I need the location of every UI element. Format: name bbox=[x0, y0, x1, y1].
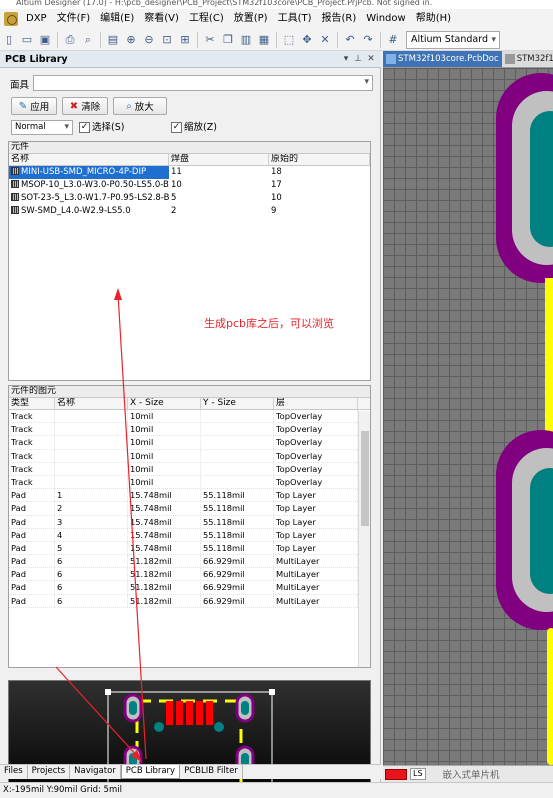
menu-edit[interactable]: 编辑(E) bbox=[95, 9, 139, 29]
copy-icon[interactable]: ❐ bbox=[220, 32, 236, 48]
print-icon[interactable]: ⎙ bbox=[62, 32, 78, 48]
zoom-selection-icon[interactable]: ⊞ bbox=[177, 32, 193, 48]
rubber-stamp-icon[interactable]: ▦ bbox=[256, 32, 272, 48]
layer-tabs: LS 嵌入式单片机 bbox=[383, 765, 553, 782]
tab-pcbdoc[interactable]: STM32f103core.PcbDoc bbox=[383, 51, 502, 67]
tab-second-doc[interactable]: STM32f1 bbox=[502, 51, 553, 67]
menu-file[interactable]: 文件(F) bbox=[52, 9, 96, 29]
new-document-icon[interactable]: ▯ bbox=[1, 32, 17, 48]
select-area-icon[interactable]: ⬚ bbox=[281, 32, 297, 48]
pcb-editor: STM32f103core.PcbDoc STM32f1 LS 嵌入式单片机 bbox=[383, 51, 553, 782]
menu-dxp[interactable]: DXP bbox=[21, 9, 52, 29]
status-bar: X:-195mil Y:90mil Grid: 5mil bbox=[0, 782, 553, 798]
open-folder-icon[interactable]: ▭ bbox=[19, 32, 35, 48]
current-layer-swatch[interactable] bbox=[385, 768, 407, 780]
menu-bar: DXP 文件(F) 编辑(E) 察看(V) 工程(C) 放置(P) 工具(T) … bbox=[0, 9, 553, 29]
layer-set-label[interactable]: LS bbox=[410, 768, 426, 780]
toolbar-divider bbox=[197, 31, 198, 48]
print-preview-icon[interactable]: ⌕ bbox=[80, 32, 96, 48]
document-tabs: STM32f103core.PcbDoc STM32f1 bbox=[383, 51, 553, 68]
altium-logo-icon[interactable] bbox=[4, 12, 18, 26]
menu-tools[interactable]: 工具(T) bbox=[273, 9, 317, 29]
zoom-out-icon[interactable]: ⊖ bbox=[141, 32, 157, 48]
paste-icon[interactable]: ▥ bbox=[238, 32, 254, 48]
zoom-fit-icon[interactable]: ⊡ bbox=[159, 32, 175, 48]
deselect-icon[interactable]: ✕ bbox=[317, 32, 333, 48]
panel-tabs: Files Projects Navigator PCB Library PCB… bbox=[0, 764, 381, 779]
tab-navigator[interactable]: Navigator bbox=[70, 765, 121, 779]
menu-help[interactable]: 帮助(H) bbox=[411, 9, 456, 29]
menu-place[interactable]: 放置(P) bbox=[229, 9, 273, 29]
canvas-footprint-zoomed bbox=[496, 73, 553, 765]
app-window: Altium Designer (17.0) - H:\pcb_designer… bbox=[0, 0, 553, 798]
pad-hole bbox=[530, 111, 553, 247]
toolbar-divider bbox=[380, 31, 381, 48]
tab-pcb-library[interactable]: PCB Library bbox=[120, 765, 181, 779]
pad-hole bbox=[530, 468, 553, 594]
tab-files[interactable]: Files bbox=[0, 765, 28, 779]
toolbar-divider bbox=[57, 31, 58, 48]
menu-project[interactable]: 工程(C) bbox=[184, 9, 229, 29]
annotation-arrows bbox=[55, 288, 147, 762]
tab-pcbdoc-label: STM32f103core.PcbDoc bbox=[398, 54, 499, 64]
cut-icon[interactable]: ✂ bbox=[202, 32, 218, 48]
toolbar-divider bbox=[100, 31, 101, 48]
pcb-document-icon bbox=[504, 54, 515, 64]
toolbar-divider bbox=[337, 31, 338, 48]
main-toolbar: ▯ ▭ ▣ ⎙ ⌕ ▤ ⊕ ⊖ ⊡ ⊞ ✂ ❐ ▥ ▦ ⬚ ✥ ✕ ↶ ↷ # … bbox=[0, 29, 553, 61]
save-icon[interactable]: ▣ bbox=[37, 32, 53, 48]
pcb-document-icon bbox=[386, 54, 396, 64]
silkscreen-line bbox=[545, 278, 553, 438]
menu-view[interactable]: 察看(V) bbox=[139, 9, 184, 29]
undo-icon[interactable]: ↶ bbox=[342, 32, 358, 48]
view-mode-select[interactable]: Altium Standard 2D bbox=[406, 30, 500, 61]
pcb-library-panel: PCB Library ▾ ⊥ ✕ 面具 ✎ 应用 ✖ 清除 ⌕ 放大 Norm… bbox=[0, 51, 381, 798]
toolbar-divider bbox=[276, 31, 277, 48]
window-title: Altium Designer (17.0) - H:\pcb_designer… bbox=[0, 0, 553, 9]
watermark: 嵌入式单片机 bbox=[442, 770, 500, 781]
grid-icon[interactable]: # bbox=[385, 32, 401, 48]
tab-second-doc-label: STM32f1 bbox=[516, 54, 553, 64]
menu-reports[interactable]: 报告(R) bbox=[317, 9, 362, 29]
tab-projects[interactable]: Projects bbox=[28, 765, 71, 779]
redo-icon[interactable]: ↷ bbox=[360, 32, 376, 48]
zoom-in-icon[interactable]: ⊕ bbox=[123, 32, 139, 48]
silkscreen-line bbox=[547, 628, 553, 765]
move-icon[interactable]: ✥ bbox=[299, 32, 315, 48]
tab-pcblib-filter[interactable]: PCBLIB Filter bbox=[180, 765, 243, 779]
open-project-icon[interactable]: ▤ bbox=[105, 32, 121, 48]
pcb-canvas[interactable] bbox=[383, 68, 553, 765]
menu-window[interactable]: Window bbox=[361, 9, 410, 29]
